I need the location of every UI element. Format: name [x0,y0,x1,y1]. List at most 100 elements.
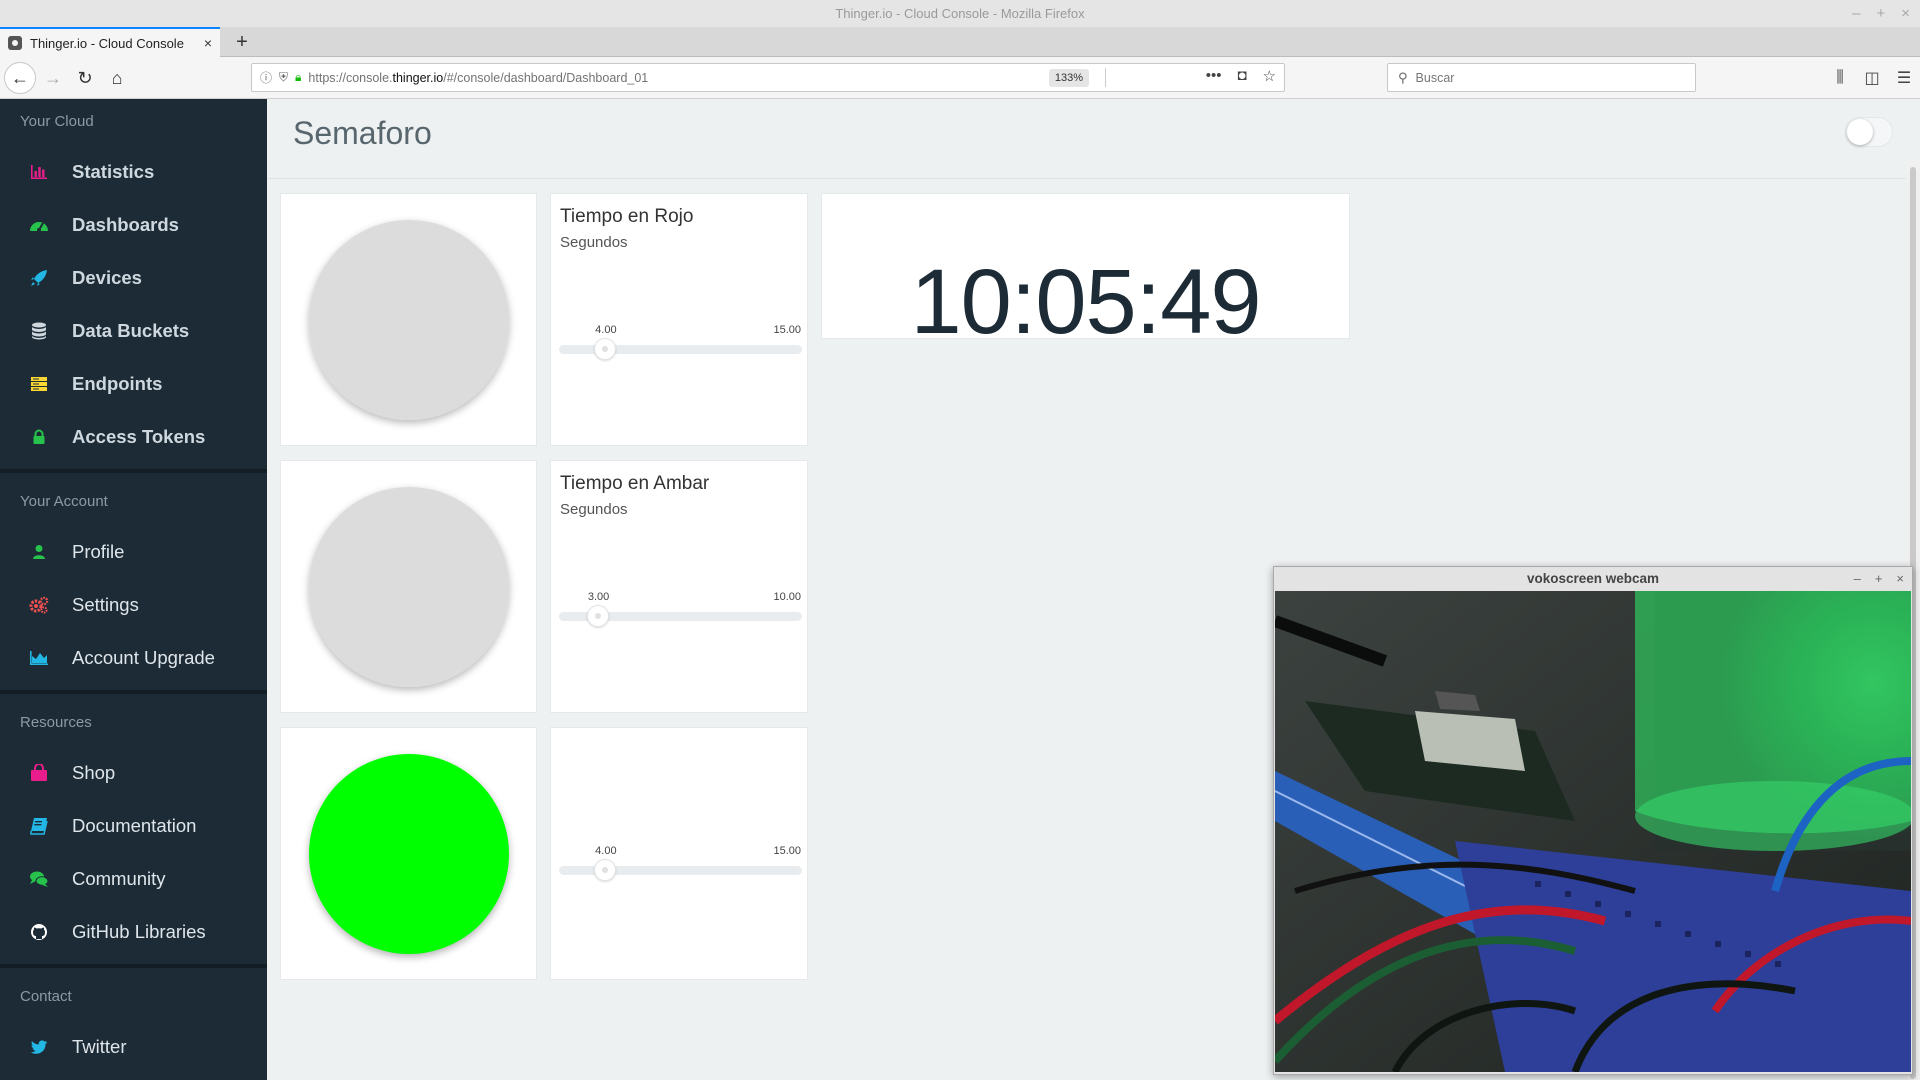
window-titlebar: Thinger.io - Cloud Console - Mozilla Fir… [0,0,1920,27]
slider-subtitle: Segundos [560,501,628,518]
dashboard-icon [29,215,49,235]
sidebar-item-github-libraries[interactable]: GitHub Libraries [0,905,267,958]
slider-title: Tiempo en Ambar [560,473,710,494]
webcam-window[interactable]: vokoscreen webcam – + × [1273,566,1913,1075]
search-icon: ⚲ [1398,69,1408,85]
bookmark-star-icon[interactable]: ☆ [1263,67,1276,85]
sidebar-item-statistics[interactable]: Statistics [0,145,267,198]
library-icon[interactable]: ⫼ [1824,63,1856,93]
url-host: thinger.io [392,70,444,85]
tab-title: Thinger.io - Cloud Console [30,35,184,51]
led-widget-verde [280,727,537,980]
minimize-button[interactable]: – [1852,0,1860,27]
webcam-maximize-button[interactable]: + [1875,567,1883,591]
tracking-shield-icon[interactable]: ⛨ [279,70,288,85]
slider-max-label: 10.00 [773,591,801,603]
section-title-resources: Resources [20,714,92,731]
urlbar-separator [1105,68,1106,87]
favicon-icon [8,36,22,50]
slider-title: Tiempo en Rojo [560,206,694,227]
slider-max-label: 15.00 [773,324,801,336]
page-title: Semaforo [293,115,432,151]
lock-icon[interactable]: 🔒︎ [295,70,301,85]
slider-handle[interactable] [594,859,617,881]
url-prefix: https://console. [308,70,393,85]
sidebar-item-account-upgrade[interactable]: Account Upgrade [0,631,267,684]
sidebar-item-twitter[interactable]: Twitter [0,1020,267,1073]
sidebar-item-label: Devices [72,266,142,288]
page-actions-menu-icon[interactable]: ••• [1206,67,1222,85]
slider-handle[interactable] [594,338,617,360]
sidebar-item-dashboards[interactable]: Dashboards [0,198,267,251]
slider-widget-verde: 4.00 15.00 [550,727,808,980]
url-path: /#/console/dashboard/Dashboard_01 [443,70,649,85]
sidebar-item-settings[interactable]: Settings [0,578,267,631]
toggle-knob [1847,119,1873,145]
clock-time: 10:05:49 [910,251,1261,339]
sidebar-item-label: Settings [72,593,139,615]
webcam-titlebar[interactable]: vokoscreen webcam – + × [1274,567,1912,591]
sidebar-item-label: GitHub Libraries [72,920,206,942]
reload-button[interactable]: ↻ [70,63,100,93]
database-icon [29,321,49,341]
sidebar-item-label: Documentation [72,814,197,836]
webcam-title: vokoscreen webcam [1526,571,1660,586]
slider-widget-rojo: Tiempo en Rojo Segundos 4.00 15.00 [550,193,808,446]
browser-tab[interactable]: Thinger.io - Cloud Console × [0,27,220,57]
twitter-icon [29,1037,49,1057]
back-button[interactable]: ← [4,62,36,94]
sidebar-item-label: Endpoints [72,372,163,394]
menu-icon[interactable]: ☰ [1888,63,1920,93]
slider-widget-ambar: Tiempo en Ambar Segundos 3.00 10.00 [550,460,808,713]
tab-bar: Thinger.io - Cloud Console × + [0,27,1920,57]
sidebar-item-documentation[interactable]: Documentation [0,799,267,852]
github-icon [29,922,49,942]
slider-value-label: 4.00 [595,324,617,336]
pocket-icon[interactable]: ◘ [1237,67,1246,85]
sidebar-toggle-icon[interactable]: ◫ [1856,63,1888,93]
slider-max-label: 15.00 [773,845,801,857]
tab-close-icon[interactable]: × [204,35,212,51]
sidebar-item-devices[interactable]: Devices [0,251,267,304]
zoom-level[interactable]: 133% [1048,69,1089,87]
url-bar[interactable]: ⓘ ⛨ 🔒︎ https://console. thinger.io/#/cons… [251,63,1285,92]
cogs-icon [29,595,49,615]
led-indicator [308,486,509,687]
sidebar-item-access-tokens[interactable]: Access Tokens [0,410,267,463]
sidebar-item-label: Profile [72,540,125,562]
sidebar-item-endpoints[interactable]: Endpoints [0,357,267,410]
sidebar-divider [0,964,267,968]
section-title-contact: Contact [20,988,72,1005]
clock-widget: 10:05:49 [821,193,1350,339]
search-input[interactable]: ⚲ Buscar [1387,63,1696,92]
forward-button[interactable]: → [38,63,68,93]
close-window-button[interactable]: × [1901,0,1910,27]
sidebar-item-profile[interactable]: Profile [0,525,267,578]
rocket-icon [29,268,49,288]
toolbar-icons: ⫼ ◫ ☰ [1824,63,1920,93]
led-indicator [308,219,509,420]
webcam-minimize-button[interactable]: – [1854,567,1861,591]
sidebar-item-community[interactable]: Community [0,852,267,905]
new-tab-button[interactable]: + [228,27,256,57]
home-button[interactable]: ⌂ [102,63,132,93]
sidebar-item-data-buckets[interactable]: Data Buckets [0,304,267,357]
sidebar-item-label: Twitter [72,1035,127,1057]
book-icon [29,816,49,836]
shopping-bag-icon [29,763,49,783]
slider-subtitle: Segundos [560,234,628,251]
search-placeholder: Buscar [1415,70,1455,85]
led-indicator [308,753,509,954]
section-title-your-account: Your Account [20,493,108,510]
sidebar-item-label: Community [72,867,166,889]
edit-mode-toggle[interactable] [1845,117,1893,147]
slider-handle[interactable] [586,605,609,627]
sidebar-item-label: Account Upgrade [72,646,215,668]
info-icon[interactable]: ⓘ [260,69,272,86]
webcam-close-button[interactable]: × [1896,567,1904,591]
maximize-button[interactable]: + [1876,0,1885,27]
webcam-image [1275,591,1911,1072]
sidebar-item-shop[interactable]: Shop [0,746,267,799]
sidebar-divider [0,690,267,694]
led-widget-red [280,193,537,446]
